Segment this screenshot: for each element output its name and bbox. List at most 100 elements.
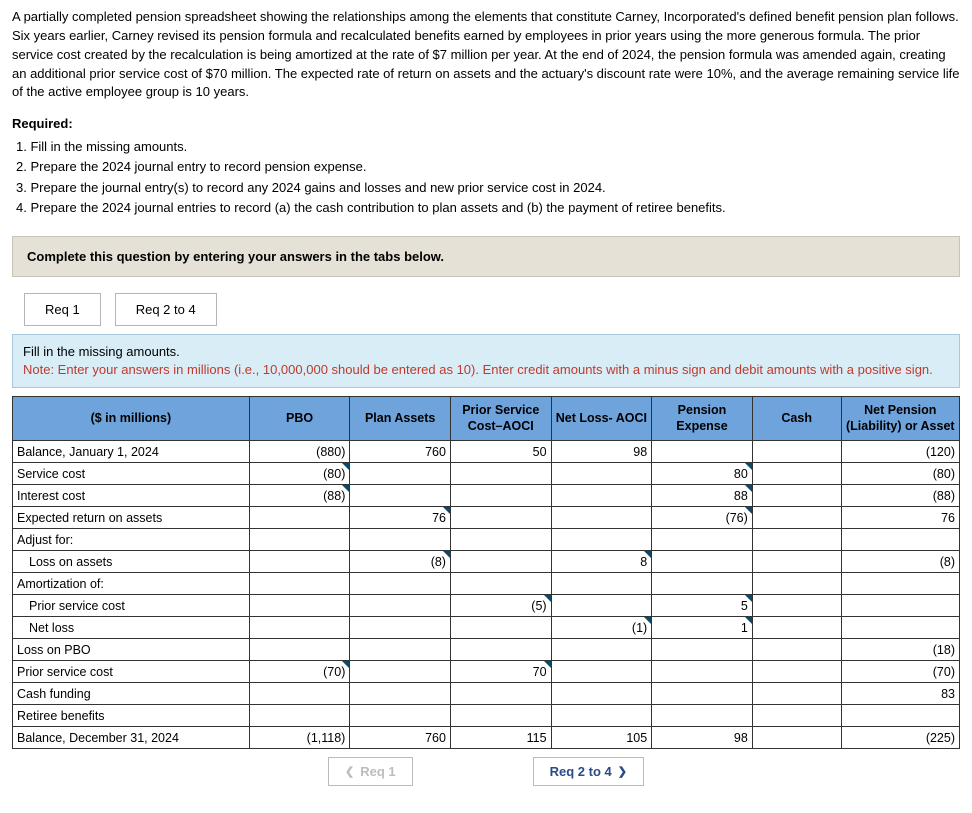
col-header-plan-assets: Plan Assets xyxy=(350,397,451,441)
table-row: Balance, January 1, 2024(880)7605098(120… xyxy=(13,441,960,463)
cell-c5[interactable]: 5 xyxy=(652,595,753,617)
cell-c5[interactable]: 88 xyxy=(652,485,753,507)
cell-c4 xyxy=(551,529,652,551)
cell-c3[interactable]: (5) xyxy=(450,595,551,617)
cell-c5 xyxy=(652,529,753,551)
cell-c3: 50 xyxy=(450,441,551,463)
cell-c2 xyxy=(350,683,451,705)
requirement-item: 1. Fill in the missing amounts. xyxy=(16,137,960,157)
cell-c1 xyxy=(249,705,350,727)
cell-c6 xyxy=(752,595,841,617)
cell-c5 xyxy=(652,441,753,463)
cell-c3 xyxy=(450,683,551,705)
cell-c1 xyxy=(249,683,350,705)
table-row: Balance, December 31, 2024(1,118)7601151… xyxy=(13,727,960,749)
col-header-psc-aoci: Prior Service Cost–AOCI xyxy=(450,397,551,441)
cell-c1 xyxy=(249,617,350,639)
cell-c4 xyxy=(551,705,652,727)
cell-c6 xyxy=(752,617,841,639)
required-label: Required: xyxy=(12,116,960,131)
table-row: Prior service cost(70)70(70) xyxy=(13,661,960,683)
table-row: Expected return on assets76(76)76 xyxy=(13,507,960,529)
cell-c1: (1,118) xyxy=(249,727,350,749)
cell-c7: (8) xyxy=(841,551,959,573)
row-label: Loss on assets xyxy=(13,551,250,573)
table-row: Service cost(80)80(80) xyxy=(13,463,960,485)
note-line2: Note: Enter your answers in millions (i.… xyxy=(23,362,933,377)
cell-c3 xyxy=(450,639,551,661)
cell-c1[interactable]: (80) xyxy=(249,463,350,485)
cell-c2 xyxy=(350,705,451,727)
cell-c5[interactable]: (76) xyxy=(652,507,753,529)
next-tab-button[interactable]: Req 2 to 4 ❯ xyxy=(533,757,644,786)
cell-c7: (80) xyxy=(841,463,959,485)
col-header-pbo: PBO xyxy=(249,397,350,441)
cell-c4 xyxy=(551,485,652,507)
problem-intro: A partially completed pension spreadshee… xyxy=(12,8,960,102)
tab-req-2-to-4[interactable]: Req 2 to 4 xyxy=(115,293,217,326)
row-label: Prior service cost xyxy=(13,661,250,683)
row-label: Loss on PBO xyxy=(13,639,250,661)
cell-c2 xyxy=(350,463,451,485)
prev-tab-button[interactable]: ❮ Req 1 xyxy=(328,757,413,786)
cell-c6 xyxy=(752,507,841,529)
cell-c6 xyxy=(752,463,841,485)
cell-c2[interactable]: 76 xyxy=(350,507,451,529)
cell-c6 xyxy=(752,551,841,573)
row-label: Expected return on assets xyxy=(13,507,250,529)
cell-c2: 760 xyxy=(350,441,451,463)
cell-c2[interactable]: (8) xyxy=(350,551,451,573)
cell-c4 xyxy=(551,507,652,529)
cell-c5[interactable]: 1 xyxy=(652,617,753,639)
tab-req-1[interactable]: Req 1 xyxy=(24,293,101,326)
next-tab-label: Req 2 to 4 xyxy=(550,764,612,779)
cell-c5 xyxy=(652,551,753,573)
cell-c2: 760 xyxy=(350,727,451,749)
col-header-pension-expense: Pension Expense xyxy=(652,397,753,441)
row-label: Retiree benefits xyxy=(13,705,250,727)
cell-c3 xyxy=(450,463,551,485)
pension-spreadsheet: ($ in millions) PBO Plan Assets Prior Se… xyxy=(12,396,960,749)
table-row: Adjust for: xyxy=(13,529,960,551)
cell-c2 xyxy=(350,661,451,683)
cell-c3[interactable]: 70 xyxy=(450,661,551,683)
chevron-right-icon: ❯ xyxy=(618,765,627,778)
col-header-cash: Cash xyxy=(752,397,841,441)
cell-c4 xyxy=(551,463,652,485)
cell-c7 xyxy=(841,617,959,639)
cell-c2 xyxy=(350,595,451,617)
cell-c4[interactable]: 8 xyxy=(551,551,652,573)
col-header-net-pension: Net Pension (Liability) or Asset xyxy=(841,397,959,441)
cell-c1[interactable]: (88) xyxy=(249,485,350,507)
row-label: Adjust for: xyxy=(13,529,250,551)
cell-c4[interactable]: (1) xyxy=(551,617,652,639)
row-label: Service cost xyxy=(13,463,250,485)
cell-c3 xyxy=(450,573,551,595)
cell-c1[interactable]: (70) xyxy=(249,661,350,683)
cell-c6 xyxy=(752,639,841,661)
cell-c1 xyxy=(249,529,350,551)
cell-c3 xyxy=(450,507,551,529)
cell-c1 xyxy=(249,551,350,573)
cell-c5 xyxy=(652,639,753,661)
cell-c2 xyxy=(350,617,451,639)
cell-c7 xyxy=(841,529,959,551)
cell-c6 xyxy=(752,683,841,705)
cell-c4 xyxy=(551,573,652,595)
cell-c5: 98 xyxy=(652,727,753,749)
cell-c6 xyxy=(752,529,841,551)
table-row: Retiree benefits xyxy=(13,705,960,727)
cell-c5 xyxy=(652,573,753,595)
cell-c2 xyxy=(350,573,451,595)
cell-c6 xyxy=(752,441,841,463)
cell-c3: 115 xyxy=(450,727,551,749)
cell-c5 xyxy=(652,661,753,683)
cell-c5[interactable]: 80 xyxy=(652,463,753,485)
tabs-row: Req 1 Req 2 to 4 xyxy=(24,293,960,326)
cell-c6 xyxy=(752,661,841,683)
cell-c6 xyxy=(752,573,841,595)
note-box: Fill in the missing amounts. Note: Enter… xyxy=(12,334,960,388)
nav-buttons: ❮ Req 1 Req 2 to 4 ❯ xyxy=(12,757,960,786)
cell-c1: (880) xyxy=(249,441,350,463)
cell-c7 xyxy=(841,595,959,617)
